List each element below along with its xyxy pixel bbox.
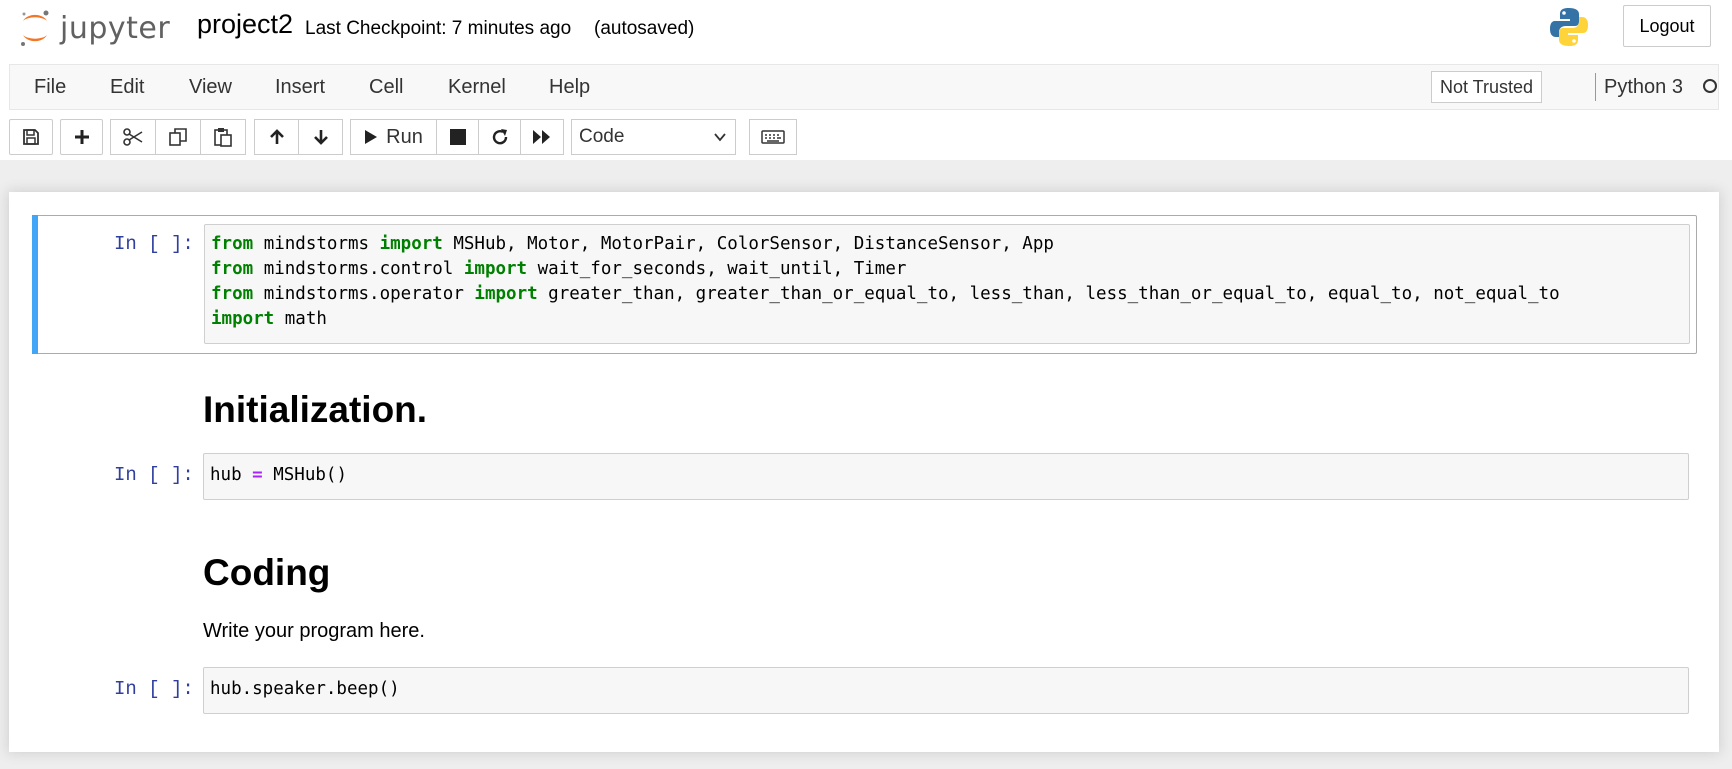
stop-icon (449, 129, 466, 145)
code-editor[interactable]: from mindstorms import MSHub, Motor, Mot… (204, 224, 1690, 344)
checkpoint-status: Last Checkpoint: 7 minutes ago (305, 18, 572, 39)
code-line: hub = MSHub() (210, 465, 347, 485)
menu-cell[interactable]: Cell (369, 65, 403, 109)
autosave-status: (autosaved) (594, 18, 695, 39)
menu-kernel[interactable]: Kernel (448, 65, 506, 109)
fast-forward-icon (533, 130, 550, 144)
menubar: File Edit View Insert Cell Kernel Help N… (9, 64, 1719, 110)
not-trusted-indicator[interactable]: Not Trusted (1431, 71, 1543, 103)
markdown-text: Write your program here. (203, 620, 425, 642)
kernel-divider (1595, 73, 1596, 101)
heading-coding: Coding (203, 552, 331, 593)
cell-type-value: Code (579, 126, 625, 147)
code-line: from mindstorms.operator import greater_… (211, 284, 1560, 304)
run-label: Run (386, 125, 423, 148)
paste-button[interactable] (200, 119, 246, 155)
insert-cell-button[interactable] (60, 119, 103, 155)
menu-edit[interactable]: Edit (110, 65, 144, 109)
code-line: import math (211, 309, 327, 329)
kernel-name: Python 3 (1604, 76, 1683, 98)
python-logo-icon (1548, 6, 1590, 48)
arrow-down-icon (313, 130, 328, 145)
code-line: hub.speaker.beep() (210, 679, 400, 699)
run-icon (365, 130, 378, 144)
move-up-button[interactable] (254, 119, 299, 155)
notebook-container: In [ ]: from mindstorms import MSHub, Mo… (9, 192, 1719, 752)
cell-type-select[interactable]: Code (571, 119, 736, 155)
code-cell-hub[interactable]: In [ ]: hub = MSHub() (32, 453, 1697, 508)
cut-icon (123, 128, 143, 146)
menu-insert[interactable]: Insert (275, 65, 325, 109)
code-editor[interactable]: hub = MSHub() (203, 453, 1689, 500)
jupyter-logo[interactable]: jupyter (18, 6, 170, 50)
menu-help[interactable]: Help (549, 65, 590, 109)
move-down-button[interactable] (298, 119, 343, 155)
save-button[interactable] (9, 119, 53, 155)
plus-icon (74, 130, 89, 144)
heading-initialization: Initialization. (203, 389, 428, 430)
input-prompt: In [ ]: (114, 233, 194, 255)
copy-icon (169, 128, 187, 146)
restart-run-all-button[interactable] (520, 119, 564, 155)
save-icon (23, 129, 39, 145)
menu-file[interactable]: File (34, 65, 66, 109)
interrupt-button[interactable] (436, 119, 479, 155)
input-prompt: In [ ]: (114, 678, 194, 700)
jupyter-logo-icon (18, 8, 52, 48)
logout-button[interactable]: Logout (1623, 5, 1711, 47)
code-line: from mindstorms.control import wait_for_… (211, 259, 907, 279)
code-line: from mindstorms import MSHub, Motor, Mot… (211, 234, 1054, 254)
header: jupyter project2 Last Checkpoint: 7 minu… (0, 0, 1732, 160)
menu-view[interactable]: View (189, 65, 232, 109)
restart-button[interactable] (478, 119, 521, 155)
copy-button[interactable] (155, 119, 201, 155)
selected-cell-indicator (32, 215, 38, 354)
input-prompt: In [ ]: (114, 464, 194, 486)
code-editor[interactable]: hub.speaker.beep() (203, 667, 1689, 714)
notebook-name[interactable]: project2 (197, 9, 293, 40)
run-button[interactable]: Run (350, 119, 437, 155)
arrow-up-icon (269, 129, 284, 144)
logo-text: jupyter (60, 10, 171, 46)
chevron-down-icon (714, 133, 726, 142)
command-palette-button[interactable] (749, 119, 797, 155)
restart-icon (492, 129, 507, 145)
paste-icon (214, 128, 232, 147)
kernel-idle-icon (1703, 79, 1717, 93)
code-cell-beep[interactable]: In [ ]: hub.speaker.beep() (32, 667, 1697, 722)
keyboard-icon (761, 130, 785, 144)
code-cell-imports[interactable]: In [ ]: from mindstorms import MSHub, Mo… (32, 215, 1697, 354)
cut-button[interactable] (110, 119, 156, 155)
